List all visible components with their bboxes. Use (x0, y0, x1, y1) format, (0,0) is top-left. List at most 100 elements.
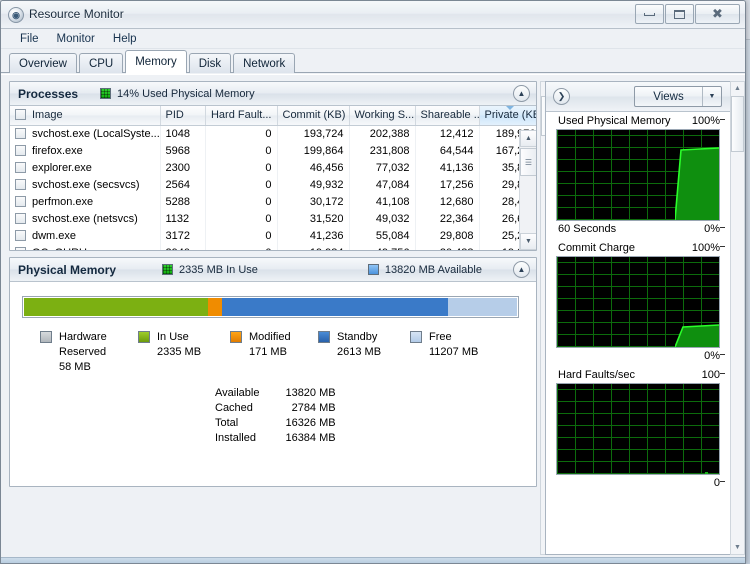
row-checkbox[interactable] (15, 161, 26, 173)
cell-hard-faults: 0 (205, 193, 278, 210)
cell-working-set: 202,388 (349, 125, 416, 142)
row-checkbox[interactable] (15, 195, 26, 207)
table-row[interactable]: dwm.exe 3172 0 41,236 55,084 29,808 25,2… (10, 227, 536, 244)
graph-1-min-label: 0% (704, 223, 720, 235)
column-header-hard-faults[interactable]: Hard Fault... (205, 106, 278, 126)
cell-pid: 2300 (160, 159, 206, 176)
table-row[interactable]: svchost.exe (secsvcs) 2564 0 49,932 47,0… (10, 176, 536, 193)
graphs-collapse-button[interactable]: ❯ (553, 88, 570, 105)
title-bar[interactable]: ◉ Resource Monitor ✖ (1, 1, 745, 29)
hardware-reserved-swatch-icon (40, 331, 52, 343)
close-button[interactable]: ✖ (695, 4, 740, 24)
scroll-up-arrow-icon[interactable]: ▲ (731, 82, 744, 95)
graph-2-top-tick (720, 246, 725, 247)
row-checkbox[interactable] (15, 229, 26, 241)
resource-monitor-icon: ◉ (8, 7, 24, 23)
cell-shareable: 12,680 (415, 193, 480, 210)
graph-3-label-row: Hard Faults/sec 100 (556, 366, 725, 383)
table-row[interactable]: svchost.exe (netsvcs) 1132 0 31,520 49,0… (10, 210, 536, 227)
menu-file[interactable]: File (11, 31, 48, 47)
row-checkbox[interactable] (15, 212, 26, 224)
bar-segment-free (447, 298, 517, 316)
table-row[interactable]: OC_GURU.exe 2940 0 19,984 49,756 30,488 … (10, 244, 536, 250)
menu-help[interactable]: Help (104, 31, 146, 47)
scroll-down-arrow-icon[interactable]: ▼ (520, 233, 536, 250)
modified-swatch-icon (230, 331, 242, 343)
tab-cpu[interactable]: CPU (78, 53, 124, 73)
tab-network[interactable]: Network (233, 53, 296, 73)
column-header-commit[interactable]: Commit (KB) (277, 106, 350, 126)
window-controls: ✖ (635, 4, 740, 24)
cell-image: svchost.exe (netsvcs) (10, 210, 161, 227)
memory-summary: Available 13820 MB Cached 2784 MB Total … (215, 386, 336, 446)
cell-commit: 31,520 (277, 210, 350, 227)
processes-panel: Processes 14% Used Physical Memory ▲ Ima… (9, 81, 537, 251)
processes-table-header-row: Image PID Hard Fault... Commit (KB) Work… (10, 106, 536, 126)
chevron-up-icon: ▲ (517, 265, 526, 274)
processes-status-text: 14% Used Physical Memory (117, 87, 255, 100)
select-all-checkbox[interactable] (15, 109, 26, 121)
legend-item-standby: Standby 2613 MB (318, 330, 410, 375)
column-header-private[interactable]: Private (KB) (479, 106, 536, 126)
scroll-down-arrow-icon[interactable]: ▼ (731, 541, 744, 554)
table-row[interactable]: svchost.exe (LocalSyste... 1048 0 193,72… (10, 125, 536, 142)
tab-memory[interactable]: Memory (125, 50, 187, 74)
graph-3-canvas (556, 383, 720, 475)
column-header-image[interactable]: Image (10, 106, 161, 126)
legend-standby-text: Standby 2613 MB (337, 330, 381, 360)
cell-commit: 193,724 (277, 125, 350, 142)
minimize-button[interactable] (635, 4, 664, 24)
graph-commit-charge: Commit Charge 100% 0% (546, 239, 730, 366)
tab-overview[interactable]: Overview (9, 53, 77, 73)
views-button[interactable]: Views ▼ (634, 86, 722, 107)
table-row[interactable]: explorer.exe 2300 0 46,456 77,032 41,136… (10, 159, 536, 176)
summary-row-installed: Installed 16384 MB (215, 431, 336, 446)
row-checkbox[interactable] (15, 127, 26, 139)
graph-1-canvas (556, 129, 720, 221)
graph-3-footer-row: 0 (556, 475, 725, 493)
graphs-panel-header: ❯ Views ▼ (546, 82, 730, 112)
window-title: Resource Monitor (29, 7, 124, 21)
graph-3-bottom-tick (720, 481, 725, 482)
row-checkbox[interactable] (15, 246, 26, 250)
scrollbar-thumb[interactable] (731, 96, 744, 152)
processes-panel-header[interactable]: Processes 14% Used Physical Memory ▲ (10, 82, 536, 106)
maximize-button[interactable] (665, 4, 694, 24)
legend-hardware-reserved-text: Hardware Reserved 58 MB (59, 330, 107, 375)
legend-line: 2335 MB (157, 346, 202, 358)
cell-hard-faults: 0 (205, 244, 278, 250)
summary-label-available: Available (215, 387, 260, 399)
column-header-shareable[interactable]: Shareable ... (415, 106, 480, 126)
graph-1-max-label: 100% (691, 115, 720, 127)
row-checkbox[interactable] (15, 144, 26, 156)
table-row[interactable]: perfmon.exe 5288 0 30,172 41,108 12,680 … (10, 193, 536, 210)
legend-item-in-use: In Use 2335 MB (138, 330, 230, 375)
scroll-up-arrow-icon[interactable]: ▲ (520, 130, 536, 147)
physical-memory-panel-header[interactable]: Physical Memory 2335 MB In Use 13820 MB … (10, 258, 536, 282)
menu-bar: File Monitor Help (1, 29, 745, 49)
cell-image: perfmon.exe (10, 193, 161, 210)
summary-label-installed: Installed (215, 432, 256, 444)
column-header-working-set[interactable]: Working S... (349, 106, 416, 126)
processes-collapse-button[interactable]: ▲ (513, 85, 530, 102)
menu-monitor[interactable]: Monitor (48, 31, 104, 47)
minimize-icon (644, 12, 655, 16)
row-checkbox[interactable] (15, 178, 26, 190)
processes-table: Image PID Hard Fault... Commit (KB) Work… (10, 106, 536, 250)
scrollbar-thumb[interactable]: ☰ (520, 148, 536, 176)
graph-2-title: Commit Charge (558, 242, 636, 254)
column-header-pid[interactable]: PID (160, 106, 206, 126)
graphs-scrollbar[interactable]: ▲ ▼ (730, 81, 745, 555)
cell-image-label: explorer.exe (32, 161, 92, 174)
graph-1-label-row: Used Physical Memory 100% (556, 112, 725, 129)
graph-3-title: Hard Faults/sec (558, 369, 636, 381)
cell-pid: 2940 (160, 244, 206, 250)
processes-table-scrollbar[interactable]: ▲ ☰ ▼ (519, 130, 536, 250)
table-row[interactable]: firefox.exe 5968 0 199,864 231,808 64,54… (10, 142, 536, 159)
physical-memory-collapse-button[interactable]: ▲ (513, 261, 530, 278)
chevron-up-icon: ▲ (517, 89, 526, 98)
graph-1-time-label: 60 Seconds (558, 223, 617, 235)
tab-disk[interactable]: Disk (188, 53, 232, 73)
physical-memory-title: Physical Memory (18, 262, 117, 277)
in-use-swatch-icon (162, 264, 174, 275)
